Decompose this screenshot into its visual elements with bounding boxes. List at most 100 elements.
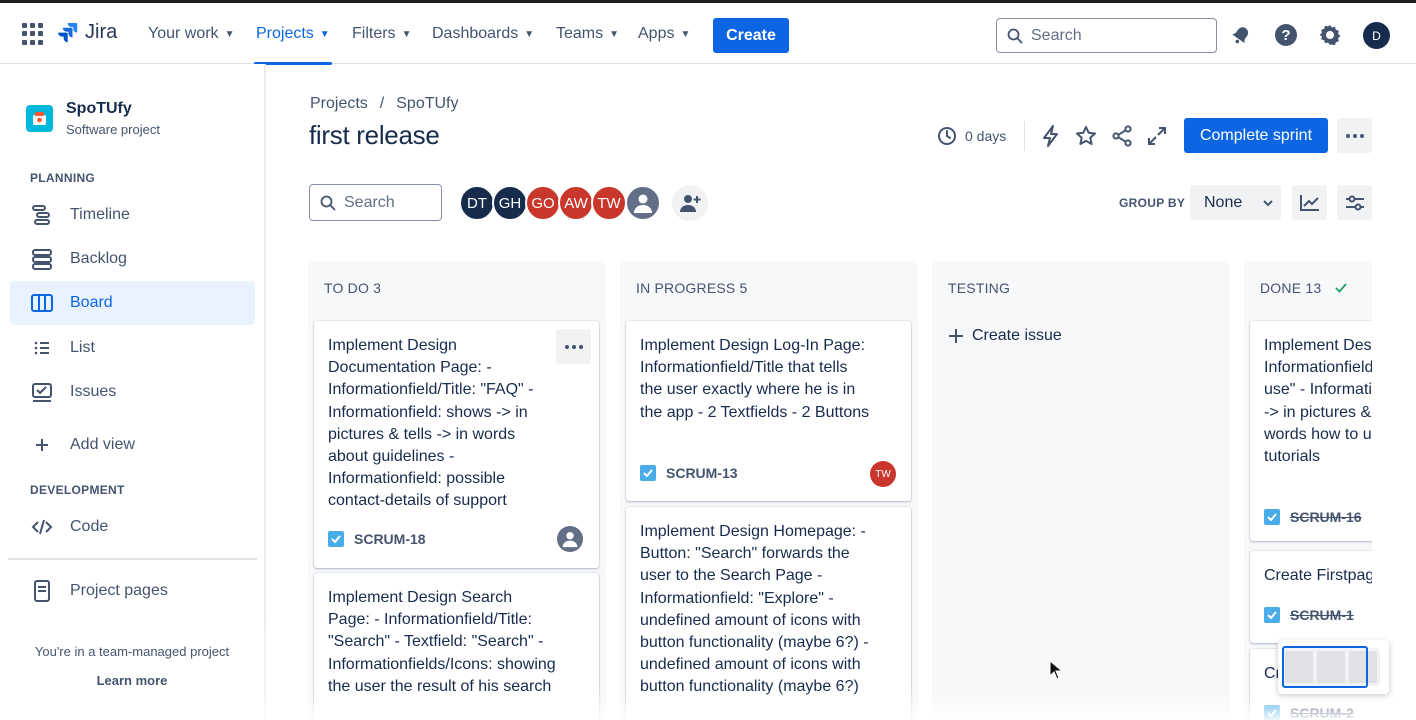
nav-filters[interactable]: Filters ▼	[352, 21, 411, 47]
group-by-select[interactable]: None	[1190, 185, 1281, 220]
issue-key[interactable]: SCRUM-13	[666, 465, 738, 481]
nav-teams[interactable]: Teams ▼	[556, 21, 619, 47]
add-people-button[interactable]	[672, 185, 708, 221]
sprint-days-remaining[interactable]: 0 days	[937, 126, 1006, 146]
sliders-icon	[1345, 195, 1364, 210]
search-icon	[320, 195, 336, 210]
chevron-down-icon: ▼	[609, 28, 620, 40]
jira-logo[interactable]: Jira	[57, 21, 117, 44]
more-icon	[1345, 133, 1350, 138]
card-summary: Create Firstpage	[1264, 567, 1384, 584]
sidebar-item-timeline[interactable]: Timeline	[10, 193, 255, 237]
chevron-down-icon: ▼	[401, 28, 412, 40]
sidebar-item-label: Project pages	[70, 582, 168, 599]
create-issue-button[interactable]: Create issue	[948, 327, 1062, 345]
project-name[interactable]: SpoTUfy	[66, 100, 132, 118]
column-in-progress: IN PROGRESS 5 Implement Design Log-In Pa…	[620, 261, 918, 720]
issue-key[interactable]: SCRUM-1	[1290, 607, 1354, 623]
view-settings-button[interactable]	[1337, 185, 1372, 220]
sidebar-item-issues[interactable]: Issues	[10, 370, 255, 414]
issue-card[interactable]: Implement Design Page: - Informationfiel…	[1250, 321, 1384, 541]
avatar-filter-go[interactable]: GO	[525, 185, 561, 221]
board-search-input[interactable]: Search	[309, 184, 442, 221]
task-checkbox-icon	[1264, 607, 1280, 623]
top-navigation: Jira Your work ▼ Projects ▼ Filters ▼ Dashb…	[0, 3, 1416, 65]
sidebar-item-label: Timeline	[70, 206, 130, 223]
help-icon[interactable]: ?	[1274, 23, 1298, 47]
avatar-filter-aw[interactable]: AW	[558, 185, 594, 221]
create-button[interactable]: Create	[713, 18, 789, 53]
notifications-icon[interactable]	[1229, 23, 1253, 47]
card-footer: SCRUM-13	[640, 465, 738, 481]
more-icon-dot	[571, 344, 576, 349]
breadcrumb-projects[interactable]: Projects	[310, 95, 368, 113]
card-footer: SCRUM-16	[1264, 509, 1362, 525]
breadcrumb: Projects / SpoTUfy	[310, 95, 459, 113]
nav-filters-label: Filters	[352, 25, 396, 42]
sidebar-item-label: List	[70, 339, 95, 356]
card-summary: Implement Design Search Page: - Informat…	[328, 589, 556, 695]
nav-your-work[interactable]: Your work ▼	[148, 21, 234, 47]
star-icon[interactable]	[1074, 124, 1098, 148]
avatar-filter-unassigned[interactable]	[625, 185, 661, 221]
chevron-down-icon	[1263, 199, 1273, 206]
issue-key[interactable]: SCRUM-16	[1290, 509, 1362, 525]
sidebar-add-view[interactable]: Add view	[10, 423, 255, 467]
fullscreen-icon[interactable]	[1145, 124, 1169, 148]
avatar-filter-tw[interactable]: TW	[591, 185, 627, 221]
card-footer: SCRUM-1	[1264, 607, 1354, 623]
sidebar-item-label: Backlog	[70, 250, 127, 267]
timeline-icon	[30, 203, 54, 227]
avatar-filter-dt[interactable]: DT	[459, 185, 495, 221]
jira-logo-icon	[58, 22, 78, 42]
unassigned-avatar-icon[interactable]	[557, 526, 583, 552]
column-title: TO DO 3	[324, 280, 382, 296]
global-search-input[interactable]: Search	[996, 18, 1217, 53]
sidebar-item-board[interactable]: Board	[10, 281, 255, 325]
avatar-filter-gh[interactable]: GH	[492, 185, 528, 221]
learn-more-link[interactable]: Learn more	[0, 673, 264, 688]
user-avatar[interactable]: D	[1363, 22, 1390, 49]
assignee-avatar[interactable]: TW	[870, 461, 896, 487]
issue-card[interactable]: Implement Design Homepage: - Button: "Se…	[626, 507, 911, 720]
share-icon[interactable]	[1110, 124, 1134, 148]
project-avatar-icon[interactable]	[26, 105, 53, 132]
app-switcher-icon[interactable]	[22, 23, 44, 45]
issue-card[interactable]: Implement Design Documentation Page: - I…	[314, 321, 599, 568]
project-type: Software project	[66, 122, 160, 137]
issue-card[interactable]: Implement Design Search Page: - Informat…	[314, 573, 599, 720]
insights-button[interactable]	[1292, 185, 1327, 220]
chevron-down-icon: ▼	[680, 28, 691, 40]
nav-dashboards[interactable]: Dashboards ▼	[432, 21, 534, 47]
board-scroll-minimap[interactable]	[1278, 640, 1389, 694]
svg-text:?: ?	[1281, 27, 1290, 44]
sidebar-item-label: Issues	[70, 383, 117, 400]
column-todo: TO DO 3 Implement Design Documentation P…	[308, 261, 606, 720]
nav-apps[interactable]: Apps ▼	[638, 21, 690, 47]
card-summary: Implement Design Log-In Page: Informatio…	[640, 337, 870, 421]
nav-projects[interactable]: Projects ▼	[256, 21, 330, 47]
mouse-cursor-icon	[1049, 660, 1063, 680]
more-actions-button[interactable]	[1337, 118, 1372, 153]
settings-icon[interactable]	[1318, 23, 1342, 47]
sidebar-item-backlog[interactable]: Backlog	[10, 237, 255, 281]
issue-card[interactable]: Create Firstpage SCRUM-1	[1250, 551, 1384, 643]
minimap-viewport[interactable]	[1282, 646, 1368, 688]
more-icon-dot	[578, 344, 583, 349]
column-title: IN PROGRESS 5	[636, 280, 748, 296]
sidebar-item-project-pages[interactable]: Project pages	[10, 569, 255, 613]
card-footer: SCRUM-18	[328, 531, 426, 547]
column-title: TESTING	[948, 280, 1011, 296]
card-summary: Implement Design Homepage: - Button: "Se…	[640, 523, 869, 696]
complete-sprint-button[interactable]: Complete sprint	[1184, 118, 1328, 153]
automation-icon[interactable]	[1039, 124, 1063, 148]
breadcrumb-project[interactable]: SpoTUfy	[396, 95, 458, 113]
sidebar-item-list[interactable]: List	[10, 326, 255, 370]
list-icon	[30, 336, 54, 360]
issue-key[interactable]: SCRUM-2	[1290, 705, 1354, 720]
issue-card[interactable]: Implement Design Log-In Page: Informatio…	[626, 321, 911, 501]
card-more-button[interactable]	[556, 329, 591, 364]
sidebar-item-code[interactable]: Code	[10, 505, 255, 549]
issue-key[interactable]: SCRUM-18	[354, 531, 426, 547]
nav-your-work-label: Your work	[148, 25, 219, 42]
